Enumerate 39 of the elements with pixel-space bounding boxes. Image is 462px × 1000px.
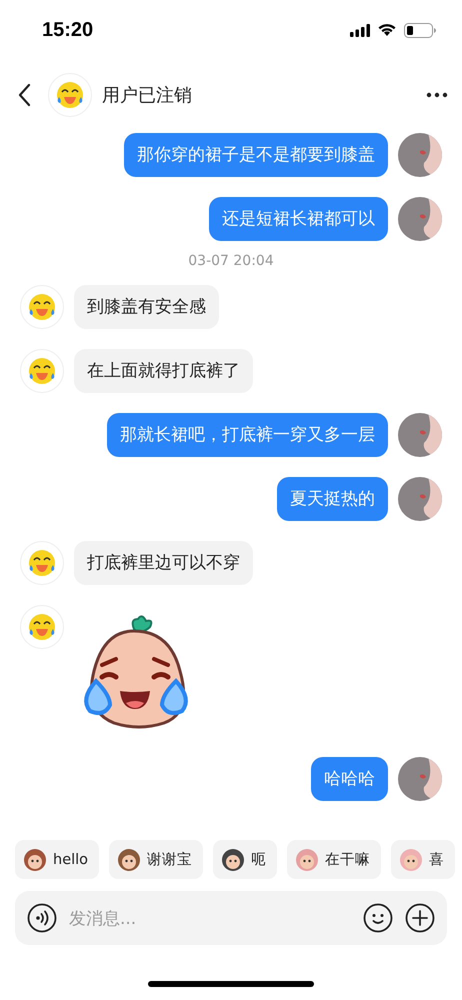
quick-reply-button[interactable]: 在干嘛 [287,840,382,879]
chat-title: 用户已注销 [102,84,193,107]
sticker-icon [117,848,142,872]
message-bubble: 夏天挺热的 [277,477,388,521]
message-bubble: 那你穿的裙子是不是都要到膝盖 [124,133,388,177]
sticker-icon [399,848,424,872]
emoji-icon[interactable] [363,903,393,933]
avatar-photo[interactable] [398,477,442,521]
message-bubble: 打底裤里边可以不穿 [74,541,253,585]
message-bubble: 那就长裙吧，打底裤一穿又多一层 [107,413,388,457]
avatar-icon[interactable] [20,541,64,585]
sticker-icon [295,848,320,872]
avatar-icon[interactable] [20,285,64,329]
add-icon[interactable] [405,903,435,933]
avatar-photo[interactable] [398,413,442,457]
avatar-icon[interactable] [20,349,64,393]
quick-reply-button[interactable]: 呃 [213,840,278,879]
battery-icon [404,22,436,38]
status-time: 15:20 [42,18,94,42]
message-timestamp: 03-07 20:04 [187,253,275,269]
message-bubble: 到膝盖有安全感 [74,285,219,329]
sticker-icon [221,848,246,872]
quick-reply-button[interactable]: 谢谢宝 [109,840,204,879]
quick-reply-button[interactable]: 喜 [391,840,456,879]
more-icon[interactable] [426,92,448,98]
voice-icon[interactable] [27,903,57,933]
sticker-icon [23,848,47,872]
avatar-icon[interactable] [20,605,64,649]
message-bubble: 哈哈哈 [311,757,388,801]
avatar-photo[interactable] [398,757,442,801]
avatar-photo[interactable] [398,133,442,177]
avatar-photo[interactable] [398,197,442,241]
message-bubble: 还是短裙长裙都可以 [209,197,388,241]
wifi-icon [377,23,397,37]
avatar-icon[interactable] [48,73,92,117]
back-icon[interactable] [18,83,32,107]
message-bubble: 在上面就得打底裤了 [74,349,253,393]
quick-reply-button[interactable]: hello [15,840,100,879]
signal-icon [350,24,370,36]
